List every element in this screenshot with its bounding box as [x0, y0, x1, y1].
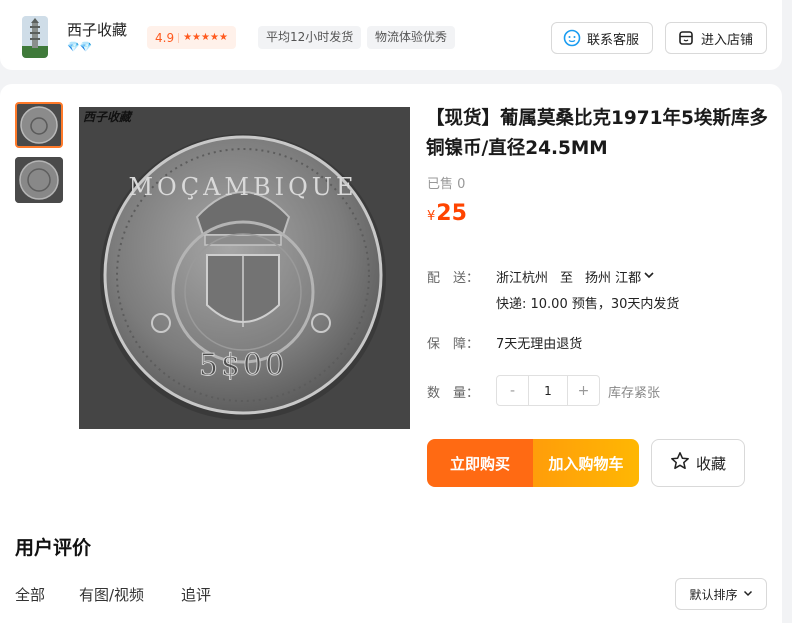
ship-to-address[interactable]: 扬州 江都: [585, 267, 641, 286]
enter-store-label: 进入店铺: [701, 32, 754, 48]
ship-from: 浙江杭州: [496, 271, 549, 286]
coin-value-text: 5$00: [199, 348, 287, 383]
thumbnail-2[interactable]: [15, 157, 63, 203]
guarantee-label: 保障：: [427, 337, 480, 352]
shop-tag-shipping: 平均12小时发货: [258, 26, 362, 49]
divider: [178, 32, 180, 43]
shop-logo[interactable]: [22, 16, 48, 58]
favorite-button[interactable]: 收藏: [651, 439, 745, 487]
shop-rating-badge: 4.9 ★★★★★: [147, 26, 236, 49]
sort-dropdown[interactable]: 默认排序: [675, 578, 767, 610]
image-watermark: 西子收藏: [83, 110, 133, 124]
chevron-down-icon[interactable]: [643, 269, 655, 285]
add-to-cart-button[interactable]: 加入购物车: [533, 439, 639, 487]
quantity-input[interactable]: 1: [528, 376, 568, 405]
diamond-level-icon: 💎💎: [67, 42, 92, 53]
enter-store-button[interactable]: 进入店铺: [665, 22, 767, 54]
shop-tag-logistics: 物流体验优秀: [367, 26, 456, 49]
coin-legend-text: MOÇAMBIQUE: [128, 173, 357, 201]
quantity-stepper: - 1 +: [496, 375, 600, 406]
stock-status: 库存紧张: [608, 386, 661, 401]
delivery-label: 配送：: [427, 271, 480, 286]
ship-to-word: 至: [560, 271, 574, 286]
purchase-button-group: 立即购买 加入购物车: [427, 439, 639, 487]
favorite-label: 收藏: [695, 454, 726, 473]
contact-service-label: 联系客服: [587, 32, 640, 48]
price-value: 25: [436, 201, 467, 226]
quantity-decrease-button[interactable]: -: [497, 376, 528, 405]
quantity-label: 数量：: [427, 386, 480, 401]
shop-name[interactable]: 西子收藏: [67, 19, 127, 40]
review-tab-followup[interactable]: 追评: [181, 584, 211, 605]
reviews-heading: 用户评价: [15, 537, 92, 559]
star-icon: [670, 451, 690, 475]
price-currency: ¥: [427, 209, 436, 224]
shipping-info: 快递: 10.00 预售，30天内发货: [496, 297, 680, 312]
store-icon: [677, 29, 695, 47]
rating-value: 4.9: [155, 30, 175, 45]
delivery-route: 浙江杭州 至 扬州 江都: [496, 267, 655, 286]
sold-count: 已售 0: [427, 177, 466, 192]
shop-header: 西子收藏 💎💎 4.9 ★★★★★ 平均12小时发货 物流体验优秀 联系客服 进…: [0, 0, 782, 70]
review-tab-media[interactable]: 有图/视频: [79, 584, 144, 605]
guarantee-text: 7天无理由退货: [496, 337, 583, 352]
product-title: 【现货】葡属莫桑比克1971年5埃斯库多铜镍币/直径24.5MM: [426, 108, 768, 159]
chevron-down-icon: [743, 587, 753, 601]
contact-service-button[interactable]: 联系客服: [551, 22, 653, 54]
review-tab-all[interactable]: 全部: [15, 584, 45, 605]
buy-now-button[interactable]: 立即购买: [427, 439, 533, 487]
sort-label: 默认排序: [689, 587, 738, 602]
thumbnail-1[interactable]: [15, 102, 63, 148]
product-main-image[interactable]: MOÇAMBIQUE 5$00 西子收藏: [79, 107, 410, 429]
quantity-increase-button[interactable]: +: [568, 376, 599, 405]
product-price: ¥ 25: [427, 201, 467, 226]
rating-stars-icon: ★★★★★: [183, 32, 228, 43]
customer-service-icon: [563, 29, 581, 47]
